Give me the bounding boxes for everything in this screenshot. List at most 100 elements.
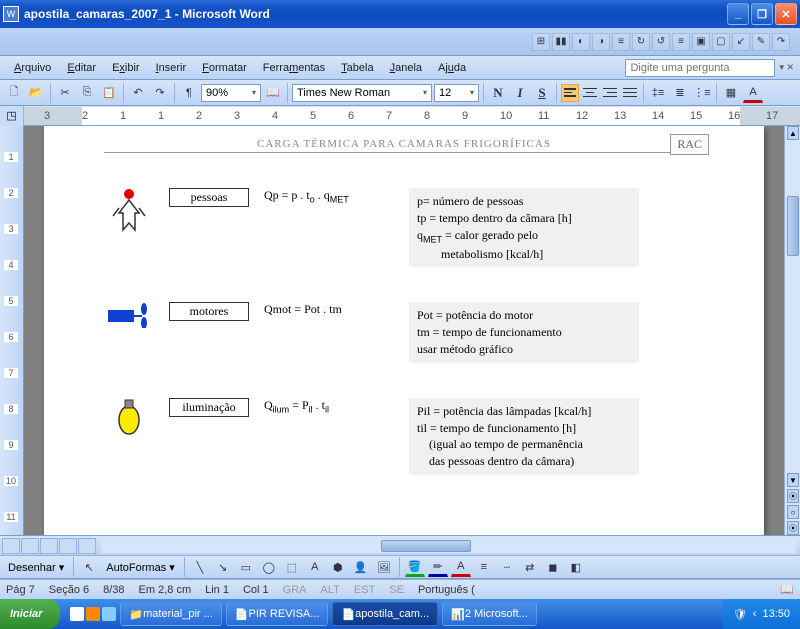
tool-icon[interactable]: ↺ [652, 33, 670, 51]
menu-ferramentas[interactable]: Ferramentas [255, 59, 333, 77]
read-icon[interactable]: 📖 [263, 83, 283, 103]
shadow-icon[interactable]: ◼ [543, 557, 563, 577]
picture-icon[interactable]: 🖼 [374, 557, 394, 577]
tool-icon[interactable]: ◐ [572, 33, 590, 51]
scroll-up-icon[interactable]: ▲ [787, 126, 799, 140]
3d-icon[interactable]: ◧ [566, 557, 586, 577]
textbox-icon[interactable]: ⬚ [282, 557, 302, 577]
tool-icon[interactable]: ↙ [732, 33, 750, 51]
document-page[interactable]: CARGA TÉRMICA PARA CAMARAS FRIGORÍFICAS … [44, 126, 764, 535]
maximize-button[interactable]: ❐ [751, 3, 773, 25]
menu-ajuda[interactable]: Ajuda [430, 59, 474, 77]
tool-icon[interactable]: ✎ [752, 33, 770, 51]
diagram-icon[interactable]: ⬢ [328, 557, 348, 577]
reading-view-icon[interactable] [78, 538, 96, 554]
menu-editar[interactable]: Editar [59, 59, 104, 77]
select-arrow-icon[interactable]: ↖ [79, 557, 99, 577]
fontcolor2-icon[interactable]: A [451, 557, 471, 577]
task-button[interactable]: 📁 material_pir ... [120, 602, 221, 626]
tool-icon[interactable]: ⊞ [532, 33, 550, 51]
menu-formatar[interactable]: Formatar [194, 59, 255, 77]
outline-view-icon[interactable] [59, 538, 77, 554]
wordart-icon[interactable]: A [305, 557, 325, 577]
quicklaunch-icon[interactable] [102, 607, 116, 621]
align-left-button[interactable] [561, 84, 579, 102]
rect-icon[interactable]: ▭ [236, 557, 256, 577]
zoom-combo[interactable]: 90%▾ [201, 84, 261, 102]
tool-icon[interactable]: ↷ [772, 33, 790, 51]
tray-icon[interactable]: 🛡 [733, 608, 747, 621]
menu-exibir[interactable]: Exibir [104, 59, 148, 77]
tool-icon[interactable]: ≡ [612, 33, 630, 51]
quicklaunch-icon[interactable] [70, 607, 84, 621]
normal-view-icon[interactable] [2, 538, 20, 554]
arrowstyle-icon[interactable]: ⇄ [520, 557, 540, 577]
tool-icon[interactable]: ≡ [672, 33, 690, 51]
task-button[interactable]: 📄 PIR REVISA... [226, 602, 329, 626]
bullets-icon[interactable]: ⋮≡ [692, 83, 712, 103]
align-center-button[interactable] [581, 84, 599, 102]
menu-arquivo[interactable]: Arquivo [6, 59, 59, 77]
tool-icon[interactable]: ▣ [692, 33, 710, 51]
cut-icon[interactable]: ✂ [55, 83, 75, 103]
menu-tabela[interactable]: Tabela [333, 59, 381, 77]
scroll-thumb[interactable] [787, 196, 799, 256]
autoshapes-menu[interactable]: AutoFormas ▾ [102, 559, 179, 576]
tool-icon[interactable]: ↻ [632, 33, 650, 51]
underline-button[interactable]: S [532, 83, 552, 103]
tool-icon[interactable]: ▮▮ [552, 33, 570, 51]
horizontal-ruler[interactable]: 3211234567891011121314151617 [24, 107, 800, 125]
oval-icon[interactable]: ◯ [259, 557, 279, 577]
web-view-icon[interactable] [21, 538, 39, 554]
browse-select-icon[interactable]: ○ [787, 505, 799, 519]
align-right-button[interactable] [601, 84, 619, 102]
open-icon[interactable]: 📂 [26, 83, 46, 103]
numbering-icon[interactable]: ≣ [670, 83, 690, 103]
italic-button[interactable]: I [510, 83, 530, 103]
border-icon[interactable]: ▦ [721, 83, 741, 103]
browse-prev-icon[interactable]: ⦿ [787, 489, 799, 503]
redo-icon[interactable]: ↷ [150, 83, 170, 103]
menu-janela[interactable]: Janela [382, 59, 430, 77]
undo-icon[interactable]: ↶ [128, 83, 148, 103]
horizontal-scrollbar[interactable] [101, 539, 796, 553]
task-button[interactable]: 📊 2 Microsoft... [442, 602, 537, 626]
print-view-icon[interactable] [40, 538, 58, 554]
system-tray[interactable]: 🛡 ‹ 13:50 [723, 599, 800, 629]
tool-icon[interactable]: ▢ [712, 33, 730, 51]
align-justify-button[interactable] [621, 84, 639, 102]
browse-next-icon[interactable]: ⦿ [787, 521, 799, 535]
linespacing-icon[interactable]: ‡≡ [648, 83, 668, 103]
menu-inserir[interactable]: Inserir [148, 59, 195, 77]
linestyle-icon[interactable]: ≡ [474, 557, 494, 577]
dashstyle-icon[interactable]: ┄ [497, 557, 517, 577]
task-button-active[interactable]: 📄 apostila_cam... [332, 602, 438, 626]
scroll-down-icon[interactable]: ▼ [787, 473, 799, 487]
tray-clock[interactable]: 13:50 [762, 608, 790, 620]
tray-icon[interactable]: ‹ [753, 608, 757, 620]
fillcolor-icon[interactable]: 🪣 [405, 557, 425, 577]
paste-icon[interactable]: 📋 [99, 83, 119, 103]
tool-icon[interactable]: ◑ [592, 33, 610, 51]
vertical-scrollbar[interactable]: ▲ ▼ ⦿ ○ ⦿ [784, 126, 800, 535]
bold-button[interactable]: N [488, 83, 508, 103]
minimize-button[interactable]: _ [727, 3, 749, 25]
page-scroll-area[interactable]: CARGA TÉRMICA PARA CAMARAS FRIGORÍFICAS … [24, 126, 784, 535]
arrow-icon[interactable]: ↘ [213, 557, 233, 577]
pilcrow-icon[interactable]: ¶ [179, 83, 199, 103]
line-icon[interactable]: ╲ [190, 557, 210, 577]
status-book-icon[interactable]: 📖 [780, 583, 794, 596]
fontsize-combo[interactable]: 12▾ [434, 84, 479, 102]
copy-icon[interactable]: ⎘ [77, 83, 97, 103]
close-button[interactable]: ✕ [775, 3, 797, 25]
font-combo[interactable]: Times New Roman▾ [292, 84, 432, 102]
fontcolor-icon[interactable]: A [743, 83, 763, 103]
vertical-ruler[interactable]: 1234567891011 [0, 126, 24, 535]
draw-menu[interactable]: Desenhar ▾ [4, 559, 68, 576]
ask-question-input[interactable] [625, 59, 775, 77]
quicklaunch-icon[interactable] [86, 607, 100, 621]
hscroll-thumb[interactable] [381, 540, 471, 552]
linecolor-icon[interactable]: ✏ [428, 557, 448, 577]
clipart-icon[interactable]: 👤 [351, 557, 371, 577]
start-button[interactable]: Iniciar [0, 599, 60, 629]
